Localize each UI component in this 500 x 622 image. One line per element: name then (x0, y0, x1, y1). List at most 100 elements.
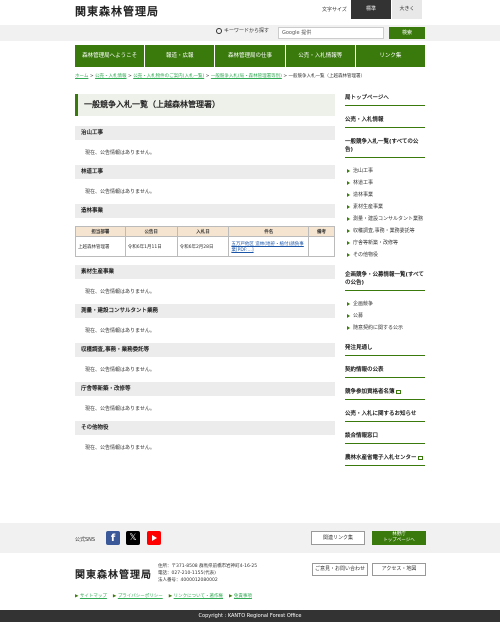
section-heading: 収穫調査,事務・業務委託等 (75, 343, 335, 357)
no-info-text: 現在、公告情報はありません。 (85, 328, 155, 334)
footer-link-sitemap[interactable]: ▶ サイトマップ (75, 593, 107, 599)
gnav-press[interactable]: 報道・広報 (145, 45, 216, 67)
cell-notice-date: 令和6年1月11日 (124, 236, 178, 257)
table-row: 上越森林管理署 令和6年1月11日 令和6年2月28日 五万戸他区 造林(地拵・… (75, 236, 335, 257)
sidebar-sub-item[interactable]: 随意契約に関する公示 (345, 325, 425, 332)
sidebar-sub-item[interactable]: 治山工事 (345, 168, 425, 175)
breadcrumb-bidding[interactable]: 公売・入札情報 (95, 74, 127, 79)
access-map-button[interactable]: アクセス・地図 (372, 563, 426, 576)
sidebar: 局トップページへ 公売・入札情報 一般競争入札一覧(すべての公告) 治山工事 林… (345, 94, 425, 466)
no-info-text: 現在、公告情報はありません。 (85, 289, 155, 295)
section-heading: 林道工事 (75, 165, 335, 179)
bid-table: 担当部署 公告日 入札日 件名 備考 上越森林管理署 令和6年1月11日 令和6… (75, 226, 335, 257)
breadcrumb-sep: > (89, 74, 94, 79)
footer-address: 住所：〒371-8508 群馬県前橋市岩神町4-16-25 電話：027-210… (158, 563, 257, 584)
sidebar-sub-item[interactable]: 収穫調査,事務・業務委託等 (345, 228, 425, 235)
cell-note (308, 236, 335, 257)
sns-label: 公式SNS (75, 537, 96, 543)
sidebar-sub-item[interactable]: 素材生産事業 (345, 204, 425, 211)
youtube-icon[interactable] (147, 531, 161, 545)
keyword-search-label: キーワードから探す (216, 27, 269, 34)
font-size-label: 文字サイズ (322, 7, 347, 13)
sidebar-contract-info[interactable]: 契約情報の公表 (345, 366, 425, 378)
forestry-agency-button[interactable]: 林野庁 トップページへ (372, 531, 426, 545)
sidebar-sub-item[interactable]: 造林事業 (345, 192, 425, 199)
sidebar-sub-item[interactable]: 測量・建設コンサルタント業務 (345, 216, 425, 223)
sidebar-sub-item[interactable]: 企画競争 (345, 301, 425, 308)
breadcrumb-bid-list[interactable]: 公売・入札物件のご案内(入札一覧) (133, 74, 204, 79)
table-header-row: 担当部署 公告日 入札日 件名 備考 (75, 226, 335, 237)
keyword-label-text: キーワードから探す (224, 28, 270, 34)
cell-dept: 上越森林管理署 (75, 236, 126, 257)
breadcrumb-sep: > (127, 74, 132, 79)
footer-title: 関東森林管理局 (75, 570, 152, 581)
breadcrumb: ホーム > 公売・入札情報 > 公売・入札物件のご案内(入札一覧) > 一般競争… (75, 73, 365, 79)
table-header: 件名 (228, 226, 310, 237)
table-header: 担当部署 (75, 226, 126, 237)
sidebar-maff-link[interactable]: 農林水産省電子入札センター (345, 454, 425, 466)
sidebar-sub-item[interactable]: 林道工事 (345, 180, 425, 187)
no-info-text: 現在、公告情報はありません。 (85, 445, 155, 451)
table-header: 入札日 (176, 226, 230, 237)
sidebar-bidding-notice[interactable]: 公売・入札に関するお知らせ (345, 410, 425, 422)
sidebar-sub-item[interactable]: その他物役 (345, 252, 425, 259)
phone-line: 電話：027-210-1155(代表) (158, 571, 216, 576)
facebook-icon[interactable]: f (106, 531, 120, 545)
no-info-text: 現在、公告情報はありません。 (85, 189, 155, 195)
no-info-text: 現在、公告情報はありません。 (85, 150, 155, 156)
sidebar-sub-item[interactable]: 公募 (345, 313, 425, 320)
sidebar-contact-window[interactable]: 談合情報窓口 (345, 432, 425, 444)
external-link-icon (395, 389, 401, 394)
global-nav: 森林管理局へようこそ 報道・広報 森林管理局の仕事 公売・入札情報等 リンク集 (75, 45, 426, 67)
related-links-button[interactable]: 関連リンク集 (311, 531, 365, 545)
section-heading: 造林事業 (75, 204, 335, 218)
gnav-links[interactable]: リンク集 (355, 45, 426, 67)
no-info-text: 現在、公告情報はありません。 (85, 406, 155, 412)
table-header: 備考 (308, 226, 335, 237)
maff-link-label: 農林水産省電子入札センター (345, 455, 417, 461)
gnav-bidding[interactable]: 公売・入札情報等 (285, 45, 356, 67)
font-size-large-button[interactable]: 大きく (392, 0, 422, 19)
section-heading: 測量・建設コンサルタント業務 (75, 304, 335, 318)
address-line: 住所：〒371-8508 群馬県前橋市岩神町4-16-25 (158, 564, 258, 569)
qualified-list-label: 競争参加資格者名簿 (345, 389, 395, 395)
section-heading: その他物役 (75, 421, 335, 435)
section-heading: 治山工事 (75, 126, 335, 140)
breadcrumb-sep: > (283, 74, 288, 79)
page-title: 一般競争入札一覧（上越森林管理署） (75, 94, 335, 116)
section-heading: 素材生産事業 (75, 265, 335, 279)
footer-link-label: プライバシーポリシー (117, 594, 163, 599)
footer-link-label: リンクについて・著作権 (173, 594, 224, 599)
sidebar-all-notice-link[interactable]: 一般競争入札一覧(すべての公告) (345, 138, 425, 158)
gnav-welcome[interactable]: 森林管理局へようこそ (75, 45, 146, 67)
contact-button[interactable]: ご意見・お問い合わせ (312, 563, 368, 576)
search-button[interactable]: 検索 (389, 27, 425, 39)
external-link-icon (417, 455, 423, 460)
no-info-text: 現在、公告情報はありません。 (85, 367, 155, 373)
sidebar-sub-item[interactable]: 庁舎等新築・改修等 (345, 240, 425, 247)
breadcrumb-general-bid[interactable]: 一般競争入札(局・森林管理署等別) (211, 74, 282, 79)
section-heading: 庁舎等新築・改修等 (75, 382, 335, 396)
table-header: 公告日 (124, 226, 178, 237)
corp-number-line: 法人番号：4000012080002 (158, 578, 218, 583)
cell-subject-link[interactable]: 五万戸他区 造林(地拵・植付)請負事業[PDF:...] (228, 236, 310, 257)
footer-links: ▶ サイトマップ ▶ プライバシーポリシー ▶ リンクについて・著作権 ▶ 免責… (75, 593, 252, 599)
breadcrumb-sep: > (205, 74, 210, 79)
footer-link-disclaimer[interactable]: ▶ 免責事項 (229, 593, 252, 599)
sidebar-order-forecast[interactable]: 発注見通し (345, 344, 425, 356)
sidebar-top-link[interactable]: 局トップページへ (345, 94, 425, 106)
x-twitter-icon[interactable]: 𝕏 (126, 531, 140, 545)
footer-link-privacy[interactable]: ▶ プライバシーポリシー (113, 593, 163, 599)
breadcrumb-home[interactable]: ホーム (75, 74, 88, 79)
sidebar-proposal-link[interactable]: 企画競争・公募情報一覧(すべての公告) (345, 271, 425, 291)
breadcrumb-current: 一般競争入札一覧（上越森林管理署） (288, 74, 366, 79)
sidebar-qualified-list[interactable]: 競争参加資格者名簿 (345, 388, 425, 400)
footer-link-copyright[interactable]: ▶ リンクについて・著作権 (169, 593, 223, 599)
main-content: 一般競争入札一覧（上越森林管理署） 治山工事 現在、公告情報はありません。 林道… (75, 94, 335, 451)
sidebar-bidding-info[interactable]: 公売・入札情報 (345, 116, 425, 128)
font-size-standard-button[interactable]: 標準 (351, 0, 391, 19)
site-title[interactable]: 関東森林管理局 (75, 3, 159, 19)
footer-link-label: サイトマップ (79, 594, 107, 599)
gnav-work[interactable]: 森林管理局の仕事 (215, 45, 286, 67)
search-input[interactable]: Google 提供 (278, 27, 384, 39)
